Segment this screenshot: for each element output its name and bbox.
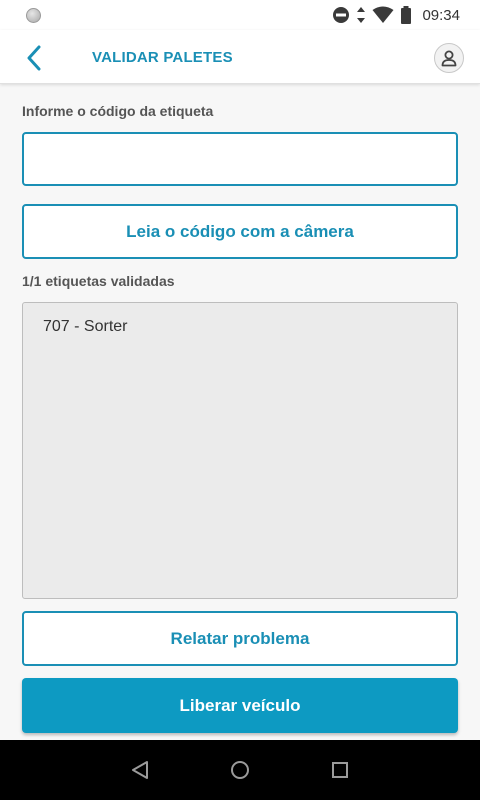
app-bar: VALIDAR PALETES (0, 30, 480, 84)
status-icons: 09:34 (332, 6, 460, 24)
report-problem-button-label: Relatar problema (170, 628, 310, 648)
system-nav-bar (0, 740, 480, 800)
triangle-back-icon (132, 761, 148, 779)
camera-scan-button-label: Leia o código com a câmera (126, 221, 354, 241)
validated-count-label: 1/1 etiquetas validadas (22, 273, 175, 289)
label-code-input[interactable] (22, 132, 458, 186)
square-recents-icon (332, 762, 348, 778)
page-title: VALIDAR PALETES (92, 49, 233, 66)
status-time: 09:34 (422, 6, 460, 24)
wifi-icon (372, 6, 394, 23)
profile-button[interactable] (434, 43, 464, 73)
status-bar: 09:34 (0, 0, 480, 30)
validated-labels-list[interactable]: 707 - Sorter (22, 302, 458, 599)
back-button[interactable] (18, 42, 50, 74)
notification-dot-icon (26, 7, 41, 23)
nav-back-button[interactable] (120, 750, 160, 790)
person-icon (441, 50, 457, 67)
nav-home-button[interactable] (220, 750, 260, 790)
camera-scan-button[interactable]: Leia o código com a câmera (22, 204, 458, 259)
do-not-disturb-icon (333, 7, 350, 23)
battery-icon (401, 6, 412, 24)
code-label: Informe o código da etiqueta (22, 103, 214, 119)
release-vehicle-button-label: Liberar veículo (179, 695, 301, 715)
report-problem-button[interactable]: Relatar problema (22, 611, 458, 666)
circle-home-icon (231, 761, 249, 779)
data-arrows-icon (357, 7, 366, 23)
nav-recents-button[interactable] (320, 750, 360, 790)
chevron-left-icon (27, 45, 41, 71)
list-item: 707 - Sorter (43, 318, 128, 335)
release-vehicle-button[interactable]: Liberar veículo (22, 678, 458, 733)
